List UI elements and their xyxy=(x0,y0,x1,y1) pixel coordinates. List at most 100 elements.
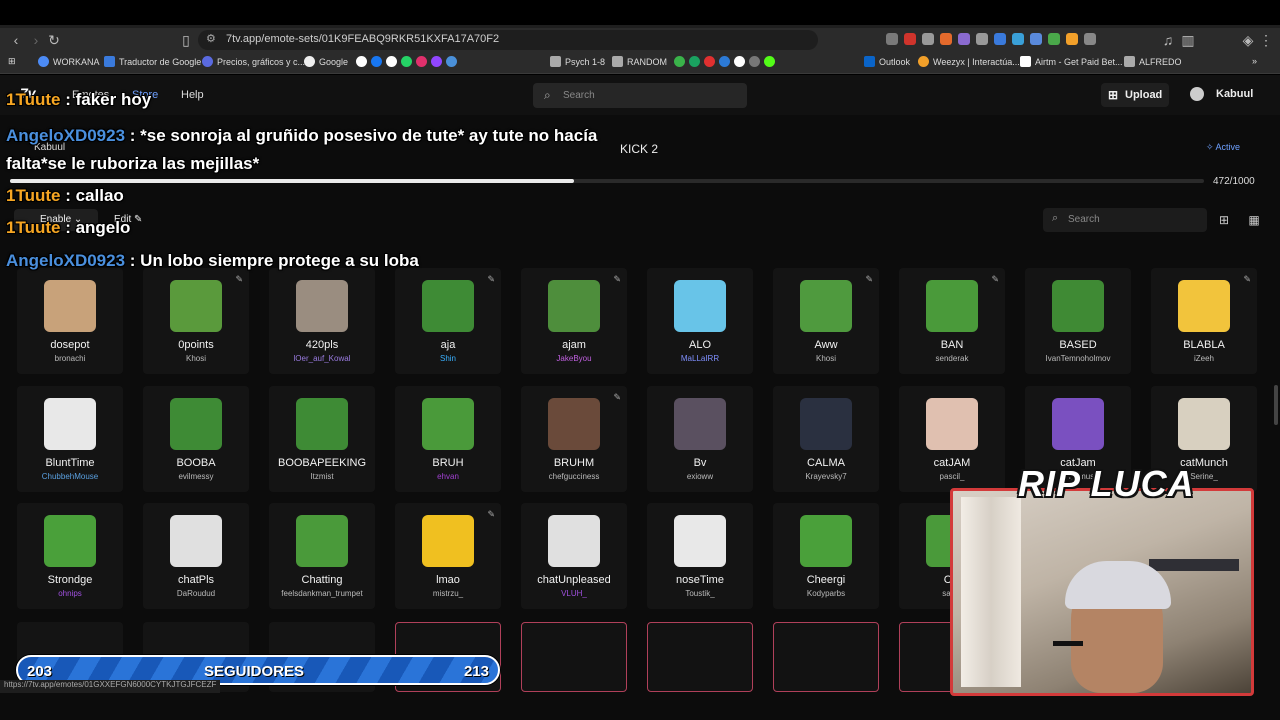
emote-author[interactable]: ohnips xyxy=(17,589,123,598)
upload-button[interactable]: ⊞ Upload xyxy=(1101,83,1169,107)
emote-card[interactable]: aja Shin ✎ xyxy=(395,268,501,374)
apps-icon[interactable]: ⊞ xyxy=(8,56,16,67)
scrollbar[interactable] xyxy=(1274,385,1278,425)
edit-pencil-icon[interactable]: ✎ xyxy=(613,274,621,285)
emote-card[interactable]: BOOBA evilmessy xyxy=(143,386,249,492)
emote-author[interactable]: DaRoudud xyxy=(143,589,249,598)
edit-pencil-icon[interactable]: ✎ xyxy=(487,274,495,285)
emote-author[interactable]: ChubbehMouse xyxy=(17,472,123,481)
emote-search-input[interactable]: ⌕ Search xyxy=(1043,208,1207,232)
bookmark-random[interactable]: RANDOM xyxy=(612,56,667,67)
emote-card[interactable]: 420pls lOer_auf_Kowal xyxy=(269,268,375,374)
followers-current: 203 xyxy=(27,663,53,680)
emote-card[interactable]: BRUH ehvan xyxy=(395,386,501,492)
emote-card[interactable]: noseTime Toustik_ xyxy=(647,503,753,609)
bookmark-outlook[interactable]: Outlook xyxy=(864,56,910,67)
emote-card[interactable]: Aww Khosi ✎ xyxy=(773,268,879,374)
emote-card[interactable]: CALMA Krayevsky7 xyxy=(773,386,879,492)
edit-pencil-icon[interactable]: ✎ xyxy=(613,392,621,403)
emote-author[interactable]: feelsdankman_trumpet xyxy=(269,589,375,598)
emote-card[interactable]: BAN senderak ✎ xyxy=(899,268,1005,374)
emote-author[interactable]: Kodyparbs xyxy=(773,589,879,598)
emote-image xyxy=(44,515,96,567)
emote-author[interactable]: lOer_auf_Kowal xyxy=(269,354,375,363)
emote-name: chatPls xyxy=(177,574,215,586)
emote-card[interactable]: BASED IvanTemnoholmov xyxy=(1025,268,1131,374)
edit-pencil-icon[interactable]: ✎ xyxy=(1243,274,1251,285)
emote-author[interactable]: chefgucciness xyxy=(521,472,627,481)
bookmark-weezyx[interactable]: Weezyx | Interactúa... xyxy=(918,56,1020,67)
emote-author[interactable]: senderak xyxy=(899,354,1005,363)
emote-card[interactable] xyxy=(521,622,627,692)
bookmark-psych[interactable]: Psych 1-8 xyxy=(550,56,605,67)
emote-author[interactable]: Shin xyxy=(395,354,501,363)
emote-author[interactable]: Toustik_ xyxy=(647,589,753,598)
media-icon[interactable]: ♫ xyxy=(1160,32,1176,48)
bookmark-airtm[interactable]: Airtm - Get Paid Bet... xyxy=(1020,56,1123,67)
back-icon[interactable]: ‹ xyxy=(8,32,24,48)
emote-author[interactable]: Khosi xyxy=(143,354,249,363)
emote-author[interactable]: pascil_ xyxy=(899,472,1005,481)
emote-card[interactable]: Bv exioww xyxy=(647,386,753,492)
bookmark-icon[interactable]: ▯ xyxy=(178,32,194,48)
emote-card[interactable]: lmao mistrzu_ ✎ xyxy=(395,503,501,609)
bookmark-workana[interactable]: WORKANA xyxy=(38,56,100,67)
emote-card[interactable]: Strondge ohnips xyxy=(17,503,123,609)
emote-card[interactable]: Cheergi Kodyparbs xyxy=(773,503,879,609)
bookmark-traductor[interactable]: Traductor de Google xyxy=(104,56,201,67)
emote-author[interactable]: evilmessy xyxy=(143,472,249,481)
emote-author[interactable]: VLUH_ xyxy=(521,589,627,598)
site-info-icon[interactable]: ⚙ xyxy=(206,32,216,45)
edit-pencil-icon[interactable]: ✎ xyxy=(991,274,999,285)
emote-card[interactable]: chatPls DaRoudud xyxy=(143,503,249,609)
emote-author[interactable]: IvanTemnoholmov xyxy=(1025,354,1131,363)
header-search-input[interactable]: ⌕ Search xyxy=(533,83,747,108)
user-menu[interactable]: Kabuul xyxy=(1190,87,1253,101)
emote-author[interactable]: mistrzu_ xyxy=(395,589,501,598)
emote-image xyxy=(674,280,726,332)
emote-card[interactable]: BOOBAPEEKING Itzmist xyxy=(269,386,375,492)
address-bar[interactable]: ⚙ 7tv.app/emote-sets/01K9FEABQ9RKR51KXFA… xyxy=(198,30,818,50)
grid-view-icon[interactable]: ⊞ xyxy=(1215,211,1233,229)
emote-card[interactable]: catJAM pascil_ xyxy=(899,386,1005,492)
menu-icon[interactable]: ⋮ xyxy=(1258,32,1274,48)
shield-icon[interactable]: ◈ xyxy=(1240,32,1256,48)
bookmark-google[interactable]: Google xyxy=(304,56,348,67)
edit-pencil-icon[interactable]: ✎ xyxy=(235,274,243,285)
emote-author[interactable]: exioww xyxy=(647,472,753,481)
extension-icons[interactable] xyxy=(886,33,1096,45)
emote-card[interactable]: ALO MaLLaIRR xyxy=(647,268,753,374)
compact-view-icon[interactable]: ▦ xyxy=(1245,211,1263,229)
emote-card[interactable] xyxy=(773,622,879,692)
edit-pencil-icon[interactable]: ✎ xyxy=(865,274,873,285)
emote-author[interactable]: ehvan xyxy=(395,472,501,481)
emote-author[interactable]: JakeByou xyxy=(521,354,627,363)
emote-card[interactable]: BLABLA iZeeh ✎ xyxy=(1151,268,1257,374)
emote-card[interactable]: BRUHM chefgucciness ✎ xyxy=(521,386,627,492)
edit-pencil-icon[interactable]: ✎ xyxy=(487,509,495,520)
emote-card[interactable]: dosepot bronachi xyxy=(17,268,123,374)
nav-help[interactable]: Help xyxy=(181,89,204,101)
emote-card[interactable]: BluntTime ChubbehMouse xyxy=(17,386,123,492)
emote-author[interactable]: Itzmist xyxy=(269,472,375,481)
emote-image xyxy=(800,398,852,450)
emote-author[interactable]: bronachi xyxy=(17,354,123,363)
emote-card[interactable]: 0points Khosi ✎ xyxy=(143,268,249,374)
forward-icon[interactable]: › xyxy=(28,32,44,48)
sidebar-icon[interactable]: ▥ xyxy=(1180,32,1196,48)
emote-card[interactable]: ajam JakeByou ✎ xyxy=(521,268,627,374)
reload-icon[interactable]: ↻ xyxy=(46,32,62,48)
emote-author[interactable]: Krayevsky7 xyxy=(773,472,879,481)
emote-card[interactable] xyxy=(647,622,753,692)
bookmarks-more-icon[interactable]: » xyxy=(1252,56,1257,66)
bookmark-precios[interactable]: Precios, gráficos y c... xyxy=(202,56,305,67)
bookmark-app-icons[interactable] xyxy=(674,56,775,67)
bookmark-alfredo[interactable]: ALFREDO xyxy=(1124,56,1182,67)
bookmark-social-icons[interactable] xyxy=(356,56,457,67)
emote-author[interactable]: MaLLaIRR xyxy=(647,354,753,363)
emote-author[interactable]: iZeeh xyxy=(1151,354,1257,363)
emote-author[interactable]: Khosi xyxy=(773,354,879,363)
emote-card[interactable]: Chatting feelsdankman_trumpet xyxy=(269,503,375,609)
emote-card[interactable]: chatUnpleased VLUH_ xyxy=(521,503,627,609)
emote-name: Aww xyxy=(814,339,838,351)
